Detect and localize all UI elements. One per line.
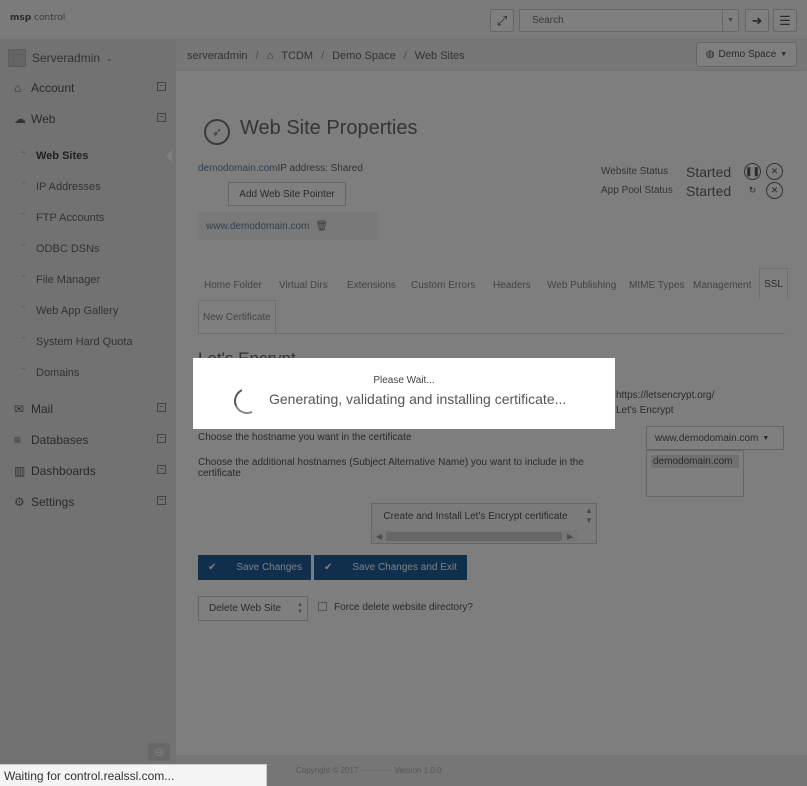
dialog-title: Please Wait...: [373, 375, 435, 386]
dialog-message: Generating, validating and installing ce…: [269, 391, 567, 407]
please-wait-dialog: Please Wait... Generating, validating an…: [193, 358, 615, 429]
loading-spinner-icon: [230, 384, 264, 418]
browser-status-bar: Waiting for control.realssl.com...: [0, 764, 267, 786]
